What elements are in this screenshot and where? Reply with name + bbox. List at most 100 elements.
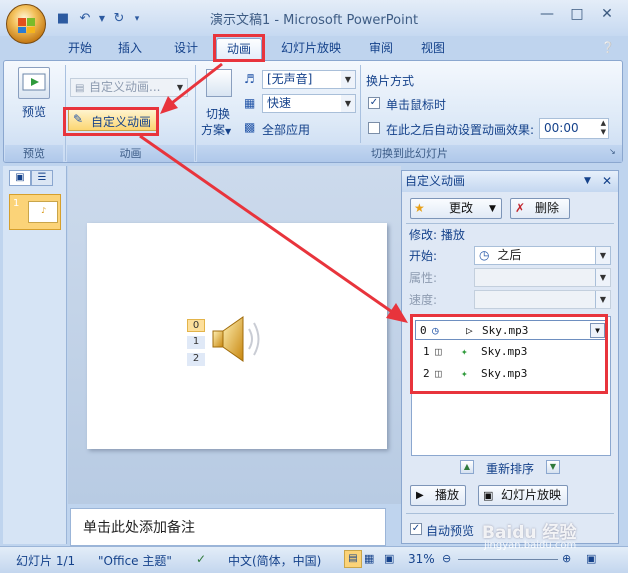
play-button[interactable]: ▶ 播放: [410, 485, 466, 506]
chevron-down-icon: ▼: [341, 71, 355, 88]
outline-tab-icon[interactable]: ☰: [31, 170, 53, 186]
list-item[interactable]: 2 ◫ ✦ Sky.mp3: [415, 364, 608, 384]
tab-animation[interactable]: 动画: [216, 38, 262, 60]
list-item[interactable]: 0 ◷ ▷ Sky.mp3 ▼: [415, 320, 608, 340]
star-icon: ✦: [461, 345, 468, 358]
slides-tab-icon[interactable]: ▣: [9, 170, 31, 186]
preview-button-label[interactable]: 预览: [22, 103, 46, 120]
custom-animation-button[interactable]: ✎ 自定义动画: [68, 109, 158, 131]
animate-icon: ▤: [75, 83, 85, 94]
anim-tag-2[interactable]: 2: [187, 353, 205, 366]
tab-home[interactable]: 开始: [60, 38, 100, 60]
close-icon[interactable]: ✕: [592, 4, 622, 26]
anim-name: Sky.mp3: [481, 345, 528, 358]
speed-combo[interactable]: 快速 ▼: [262, 94, 356, 113]
property-combo: ▼: [474, 268, 611, 287]
sound-combo-text: [无声音]: [267, 72, 313, 86]
tab-view[interactable]: 视图: [412, 38, 454, 60]
apply-all-button[interactable]: 全部应用: [262, 121, 310, 138]
normal-view-icon[interactable]: ▤: [344, 550, 362, 568]
slide-thumbnail[interactable]: 1 ♪: [9, 194, 61, 230]
move-down-icon[interactable]: ▼: [546, 460, 560, 474]
ribbon-tabs: 开始 插入 设计 动画 幻灯片放映 审阅 视图 ❔: [0, 36, 628, 60]
anim-tag-1[interactable]: 1: [187, 336, 205, 349]
chevron-down-icon: ▼: [489, 204, 496, 214]
play-label: 播放: [435, 488, 460, 502]
sound-combo[interactable]: [无声音] ▼: [262, 70, 356, 89]
auto-after-checkbox[interactable]: [368, 122, 380, 134]
chevron-down-icon[interactable]: ▼: [590, 323, 605, 338]
pane-options-icon[interactable]: ▼: [584, 171, 591, 192]
office-button[interactable]: [6, 4, 46, 44]
zoom-slider[interactable]: [458, 559, 558, 560]
group-divider: [195, 65, 196, 161]
office-logo-icon: [18, 18, 35, 33]
group-divider: [360, 65, 361, 143]
on-click-label: 单击鼠标时: [386, 98, 447, 112]
move-up-icon[interactable]: ▲: [460, 460, 474, 474]
remove-icon: ✗: [515, 201, 526, 215]
zoom-level[interactable]: 31%: [408, 552, 435, 566]
autopreview-label: 自动预览: [426, 524, 475, 538]
remove-label: 删除: [535, 201, 560, 215]
remove-effect-button[interactable]: ✗ 删除: [510, 198, 570, 219]
on-click-checkbox[interactable]: ✓: [368, 97, 380, 109]
notes-pane[interactable]: 单击此处添加备注: [70, 508, 386, 546]
slideshow-button[interactable]: ▣ 幻灯片放映: [478, 485, 568, 506]
close-icon[interactable]: ✕: [602, 171, 612, 192]
language: 中文(简体，中国): [228, 554, 322, 568]
help-icon[interactable]: ❔: [598, 38, 618, 60]
anim-tag-0[interactable]: 0: [187, 319, 205, 332]
anim-index: 1: [423, 345, 430, 358]
sorter-view-icon[interactable]: ▦: [364, 552, 374, 565]
zoom-in-icon[interactable]: ⊕: [562, 552, 571, 565]
minimize-icon[interactable]: —: [532, 4, 562, 26]
anim-index: 0: [420, 324, 427, 337]
list-item[interactable]: 1 ◫ ✦ Sky.mp3: [415, 342, 608, 362]
preview-icon[interactable]: [18, 67, 50, 99]
autopreview-checkbox[interactable]: ✓: [410, 523, 422, 535]
spell-check-icon[interactable]: ✓: [196, 552, 206, 566]
sound-icon: ♬: [244, 72, 255, 86]
dialog-launcher-icon[interactable]: ↘: [609, 147, 616, 156]
play-icon: ▶: [416, 490, 424, 501]
speed-combo-pane: ▼: [474, 290, 611, 309]
time-value: 00:00: [544, 121, 579, 135]
fit-window-icon[interactable]: ▣: [586, 552, 596, 565]
time-spinner[interactable]: 00:00 ▲ ▼: [539, 118, 609, 139]
tab-slideshow[interactable]: 幻灯片放映: [272, 38, 350, 60]
custom-animation-label: 自定义动画: [91, 115, 152, 129]
animation-group-label: 动画: [67, 145, 194, 162]
tab-insert[interactable]: 插入: [110, 38, 150, 60]
speaker-icon[interactable]: [209, 313, 269, 365]
chevron-down-icon: ▼: [595, 269, 610, 286]
reorder-label: 重新排序: [486, 462, 535, 476]
slide-canvas[interactable]: 0 1 2: [87, 223, 387, 449]
preview-group-label: 预览: [5, 145, 63, 162]
anim-name: Sky.mp3: [481, 367, 528, 380]
tab-design[interactable]: 设计: [164, 38, 208, 60]
advance-slide-title: 换片方式: [366, 74, 415, 88]
change-label: 更改: [449, 201, 474, 215]
slideshow-label: 幻灯片放映: [501, 488, 562, 502]
chevron-down-icon: ▼: [595, 247, 610, 264]
transition-scheme-label[interactable]: 切换: [206, 105, 230, 122]
anim-name: Sky.mp3: [482, 324, 529, 337]
apply-all-icon: ▩: [244, 120, 256, 134]
transition-scheme-label-2[interactable]: 方案▼: [201, 121, 231, 138]
zoom-out-icon[interactable]: ⊖: [442, 552, 451, 565]
speed-icon: ▦: [244, 96, 256, 110]
start-combo[interactable]: ◷ 之后 ▼: [474, 246, 611, 265]
clock-icon: ◷: [479, 248, 490, 262]
spinner-arrows-icon[interactable]: ▲ ▼: [601, 119, 606, 137]
maximize-icon[interactable]: □: [562, 4, 592, 26]
change-effect-button[interactable]: ★ 更改 ▼: [410, 198, 502, 219]
mouse-icon: ◫: [435, 367, 442, 380]
start-combo-text: 之后: [497, 248, 522, 262]
speed-combo-text: 快速: [267, 96, 292, 110]
group-divider: [65, 65, 66, 161]
slideshow-view-icon[interactable]: ▣: [384, 552, 394, 565]
transition-scheme-icon[interactable]: [206, 69, 232, 97]
tab-review[interactable]: 审阅: [360, 38, 402, 60]
transition-group-label: 切换到此幻灯片: [197, 145, 622, 162]
